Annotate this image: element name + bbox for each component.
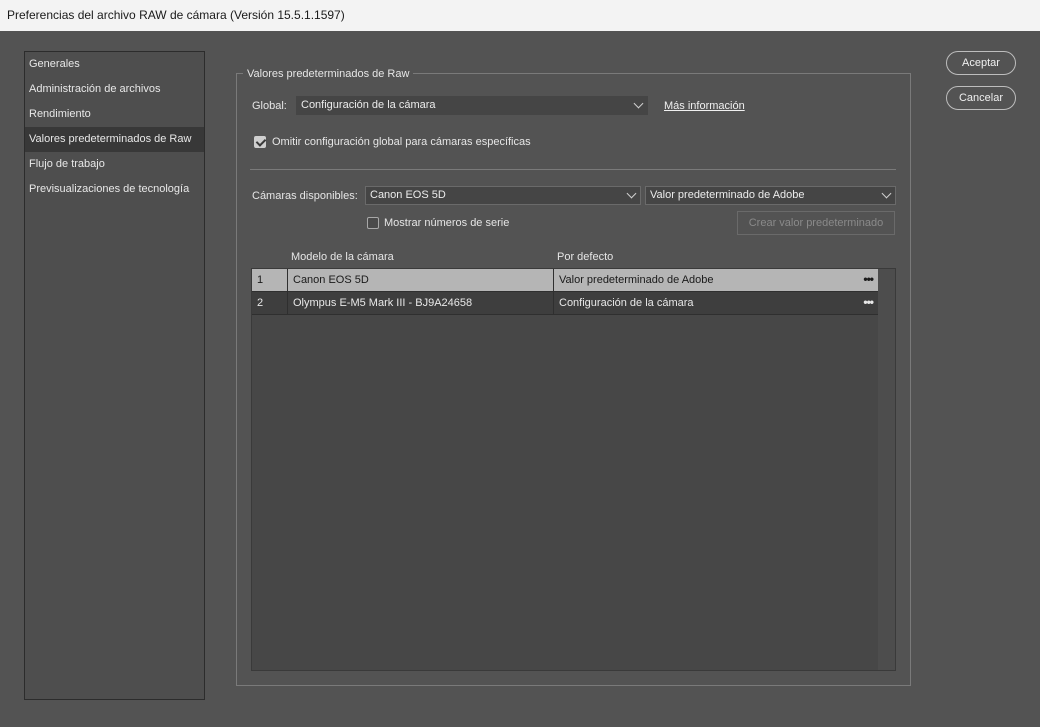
window-title: Preferencias del archivo RAW de cámara (… [0, 0, 1040, 31]
more-options-icon[interactable]: ••• [863, 269, 874, 289]
sidebar-item-previsualizaciones[interactable]: Previsualizaciones de tecnología [25, 177, 204, 202]
row-default-value: Configuración de la cámara [559, 297, 694, 309]
more-options-icon[interactable]: ••• [863, 292, 874, 312]
ok-button[interactable]: Aceptar [946, 51, 1016, 75]
global-select[interactable]: Configuración de la cámara [296, 96, 648, 115]
row-default: Valor predeterminado de Adobe ••• [553, 269, 878, 291]
serial-numbers-label: Mostrar números de serie [384, 217, 510, 229]
row-model: Olympus E-M5 Mark III - BJ9A24658 [287, 292, 553, 314]
cameras-label: Cámaras disponibles: [252, 190, 358, 202]
more-info-link[interactable]: Más información [664, 99, 745, 113]
divider [250, 169, 896, 170]
cancel-button[interactable]: Cancelar [946, 86, 1016, 110]
global-label: Global: [252, 100, 287, 112]
override-checkbox[interactable] [254, 136, 267, 148]
sidebar-item-rendimiento[interactable]: Rendimiento [25, 102, 204, 127]
default-select[interactable]: Valor predeterminado de Adobe [645, 186, 896, 205]
column-header-default[interactable]: Por defecto [557, 250, 613, 264]
checkmark-icon [255, 136, 267, 147]
chevron-down-icon [633, 98, 644, 109]
row-default-value: Valor predeterminado de Adobe [559, 274, 714, 286]
preferences-sidebar: Generales Administración de archivos Ren… [24, 51, 205, 700]
default-select-value: Valor predeterminado de Adobe [650, 189, 805, 201]
row-number: 2 [257, 297, 264, 309]
table-row[interactable]: 1 Canon EOS 5D Valor predeterminado de A… [252, 269, 878, 292]
chevron-down-icon [881, 188, 892, 199]
sidebar-item-valores-raw[interactable]: Valores predeterminados de Raw [25, 127, 204, 152]
camera-select-value: Canon EOS 5D [370, 189, 446, 201]
row-number: 1 [257, 274, 264, 286]
row-default: Configuración de la cámara ••• [553, 292, 878, 314]
serial-numbers-checkbox[interactable] [367, 217, 379, 229]
sidebar-item-administracion-archivos[interactable]: Administración de archivos [25, 77, 204, 102]
column-header-model[interactable]: Modelo de la cámara [291, 250, 394, 264]
global-select-value: Configuración de la cámara [301, 99, 436, 111]
table-scrollbar[interactable] [878, 269, 895, 670]
camera-table [251, 268, 896, 671]
camera-select[interactable]: Canon EOS 5D [365, 186, 641, 205]
chevron-down-icon [626, 188, 637, 199]
override-checkbox-label: Omitir configuración global para cámaras… [272, 136, 531, 148]
row-model: Canon EOS 5D [287, 269, 553, 291]
table-row[interactable]: 2 Olympus E-M5 Mark III - BJ9A24658 Conf… [252, 292, 878, 315]
create-default-button[interactable]: Crear valor predeterminado [737, 211, 895, 235]
sidebar-item-flujo-trabajo[interactable]: Flujo de trabajo [25, 152, 204, 177]
sidebar-item-generales[interactable]: Generales [25, 52, 204, 77]
group-title: Valores predeterminados de Raw [243, 67, 414, 81]
